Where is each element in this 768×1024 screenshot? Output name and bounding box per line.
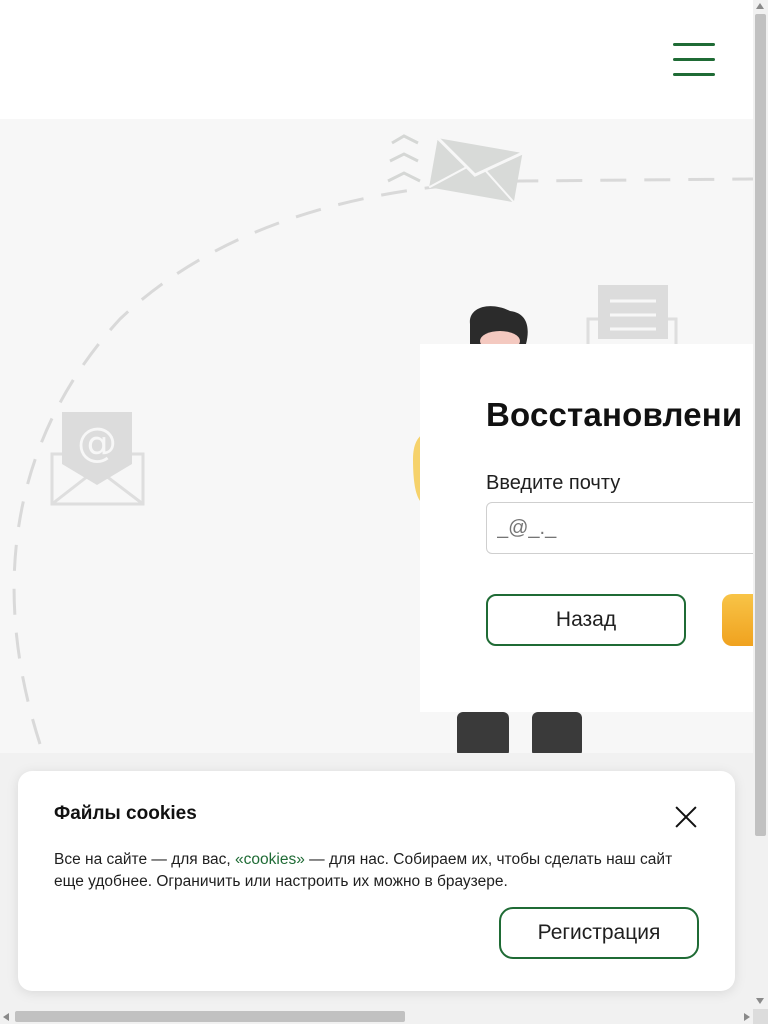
- cookie-text-start: Все на сайте — для вас,: [54, 851, 236, 868]
- password-recovery-card: Восстановлени Введите почту Назад: [420, 344, 753, 712]
- at-sign-envelope-icon: @: [50, 412, 145, 506]
- vertical-scrollbar[interactable]: [753, 0, 768, 1009]
- hamburger-menu-icon[interactable]: [673, 43, 715, 76]
- letter-envelope-icon: [586, 285, 678, 351]
- scroll-left-arrow-icon[interactable]: [3, 1013, 9, 1021]
- vertical-scroll-thumb[interactable]: [755, 14, 766, 836]
- recovery-title: Восстановлени: [486, 396, 743, 433]
- email-label: Введите почту: [486, 472, 621, 494]
- submit-button[interactable]: [722, 594, 753, 646]
- close-icon[interactable]: [674, 805, 698, 829]
- scrollbar-corner: [753, 1009, 768, 1024]
- scroll-right-arrow-icon[interactable]: [744, 1013, 750, 1021]
- horizontal-scrollbar[interactable]: [0, 1009, 753, 1024]
- back-button[interactable]: Назад: [486, 594, 686, 646]
- horizontal-scroll-thumb[interactable]: [15, 1011, 405, 1022]
- site-header: [0, 0, 753, 119]
- scroll-up-arrow-icon[interactable]: [756, 3, 764, 9]
- cookie-title: Файлы cookies: [54, 803, 197, 824]
- registration-button[interactable]: Регистрация: [499, 907, 699, 959]
- menu-line: [673, 73, 715, 76]
- email-input[interactable]: [486, 502, 753, 554]
- scroll-down-arrow-icon[interactable]: [756, 998, 764, 1004]
- menu-line: [673, 58, 715, 61]
- cookie-text: Все на сайте — для вас, «cookies» — для …: [54, 849, 694, 893]
- page: @ Восстановлени Введите почту _@_._ Наза…: [0, 0, 753, 1009]
- cookie-banner: Файлы cookies Все на сайте — для вас, «c…: [18, 771, 735, 991]
- cookies-link[interactable]: «cookies»: [235, 851, 305, 868]
- svg-text:@: @: [77, 420, 117, 466]
- menu-line: [673, 43, 715, 46]
- envelope-icon: [387, 134, 524, 203]
